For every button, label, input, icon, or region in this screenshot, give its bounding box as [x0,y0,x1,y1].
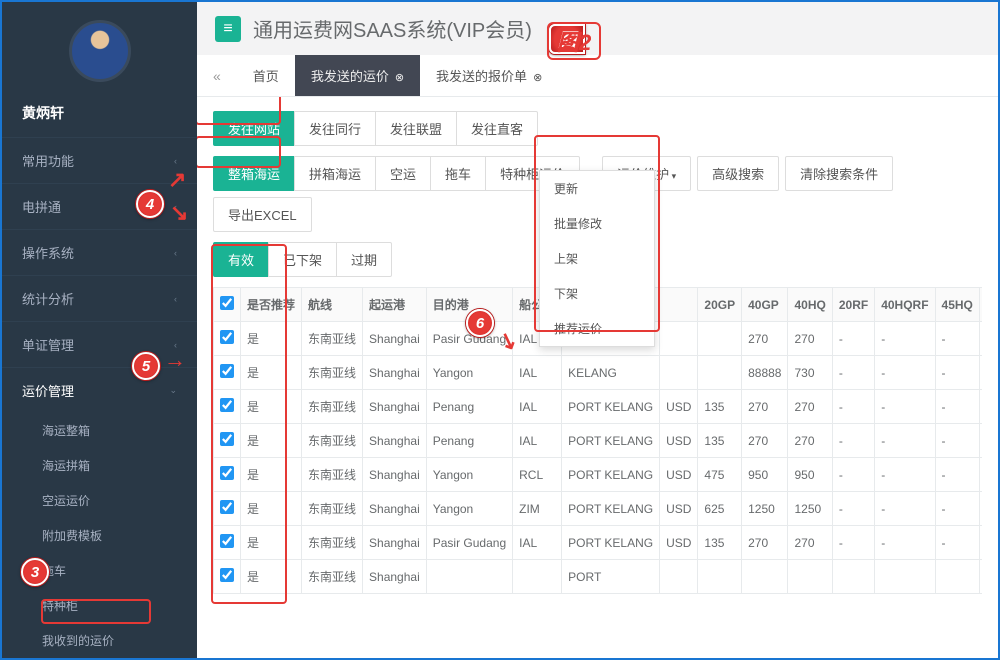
btn-dest-row-1[interactable]: 发往同行 [294,111,376,146]
col-8: 20GP [698,288,742,322]
chevron-icon: ‹ [174,156,177,166]
tabs-back-icon[interactable]: « [197,58,237,94]
chevron-icon: ‹ [174,202,177,212]
tabs-row: « 首页我发送的运价⊗我发送的报价单⊗ [197,55,998,97]
col-1: 是否推荐 [241,288,302,322]
nav-item-3[interactable]: 统计分析‹ [2,275,197,321]
btn-status-row-1[interactable]: 已下架 [268,242,337,277]
col-14: 附加费 [979,288,982,322]
btn-ship-0[interactable]: 整箱海运 [213,156,295,191]
content: 发往网站发往同行发往联盟发往直客 整箱海运拼箱海运空运拖车特种柜运价运价维护高级… [197,97,998,658]
btn-status-row-2[interactable]: 过期 [336,242,392,277]
username: 黄炳轩 [2,97,197,137]
table-row: 是东南亚线ShanghaiPenangIALPORT KELANGUSD1352… [214,390,983,424]
row-checkbox[interactable] [220,568,234,582]
row-checkbox[interactable] [220,432,234,446]
btn-ship-2[interactable]: 空运 [375,156,431,191]
row-checkbox[interactable] [220,364,234,378]
col-13: 45HQ [935,288,979,322]
row-checkbox[interactable] [220,500,234,514]
table-row: 是东南亚线ShanghaiPenangIALPORT KELANGUSD1352… [214,424,983,458]
chevron-icon: ⌄ [169,385,177,396]
avatar[interactable] [69,20,131,82]
select-all-checkbox[interactable] [220,296,234,310]
col-4: 目的港 [426,288,512,322]
row-checkbox[interactable] [220,534,234,548]
row-checkbox[interactable] [220,330,234,344]
chevron-icon: ‹ [174,340,177,350]
btn-tool-3[interactable]: 导出EXCEL [213,197,312,232]
btn-tool-2[interactable]: 清除搜索条件 [785,156,893,191]
btn-ship-3[interactable]: 拖车 [430,156,486,191]
menu-toggle-icon[interactable]: ≡ [215,16,241,42]
btn-tool-1[interactable]: 高级搜索 [697,156,779,191]
tab-close-icon[interactable]: ⊗ [533,72,542,84]
col-11: 20RF [832,288,874,322]
nav-subitem-5-4[interactable]: 拖车 [2,553,197,588]
nav-item-5[interactable]: 运价管理⌄ [2,367,197,413]
btn-dest-row-2[interactable]: 发往联盟 [375,111,457,146]
col-10: 40HQ [788,288,832,322]
table-row: 是东南亚线ShanghaiYangonZIMPORT KELANGUSD6251… [214,492,983,526]
col-3: 起运港 [363,288,427,322]
tab-2[interactable]: 我发送的报价单⊗ [420,55,558,96]
maintain-dropdown: 更新批量修改上架下架推荐运价 [539,170,655,347]
col-7 [660,288,698,322]
dropdown-item-0[interactable]: 更新 [540,171,654,206]
main-area: ≡ 通用运费网SAAS系统(VIP会员) « 首页我发送的运价⊗我发送的报价单⊗… [197,2,998,658]
row-checkbox[interactable] [220,466,234,480]
col-9: 40GP [742,288,788,322]
col-12: 40HQRF [875,288,935,322]
avatar-container [2,2,197,97]
tab-0[interactable]: 首页 [237,55,295,96]
chevron-icon: ‹ [174,248,177,258]
table-row: 是东南亚线ShanghaiYangonIALKELANG88888730---$… [214,356,983,390]
nav-item-1[interactable]: 电拼通‹ [2,183,197,229]
row-checkbox[interactable] [220,398,234,412]
nav-item-0[interactable]: 常用功能‹ [2,137,197,183]
btn-ship-1[interactable]: 拼箱海运 [294,156,376,191]
btn-dest-row-0[interactable]: 发往网站 [213,111,295,146]
dropdown-item-4[interactable]: 推荐运价 [540,311,654,346]
nav-subitem-5-3[interactable]: 附加费模板 [2,518,197,553]
tab-1[interactable]: 我发送的运价⊗ [295,55,420,96]
chevron-icon: ‹ [174,294,177,304]
titlebar: ≡ 通用运费网SAAS系统(VIP会员) [197,2,998,55]
dropdown-item-3[interactable]: 下架 [540,276,654,311]
dropdown-item-2[interactable]: 上架 [540,241,654,276]
page-title: 通用运费网SAAS系统(VIP会员) [253,14,532,43]
dropdown-item-1[interactable]: 批量修改 [540,206,654,241]
table-row: 是东南亚线ShanghaiPORT$- [214,560,983,594]
nav-subitem-5-1[interactable]: 海运拼箱 [2,448,197,483]
col-2: 航线 [302,288,363,322]
nav-subitem-5-5[interactable]: 特种柜 [2,588,197,623]
table-row: 是东南亚线ShanghaiPasir GudangIALPORT KELANGU… [214,526,983,560]
nav-subitem-5-0[interactable]: 海运整箱 [2,413,197,448]
col-0 [214,288,241,322]
btn-status-row-0[interactable]: 有效 [213,242,269,277]
sidebar: 黄炳轩 常用功能‹电拼通‹操作系统‹统计分析‹单证管理‹运价管理⌄海运整箱海运拼… [2,2,197,658]
nav-subitem-5-2[interactable]: 空运运价 [2,483,197,518]
table-row: 是东南亚线ShanghaiYangonRCLPORT KELANGUSD4759… [214,458,983,492]
btn-dest-row-3[interactable]: 发往直客 [456,111,538,146]
nav-subitem-5-6[interactable]: 我收到的运价 [2,623,197,658]
nav-item-2[interactable]: 操作系统‹ [2,229,197,275]
nav-item-4[interactable]: 单证管理‹ [2,321,197,367]
tab-close-icon[interactable]: ⊗ [395,72,404,84]
